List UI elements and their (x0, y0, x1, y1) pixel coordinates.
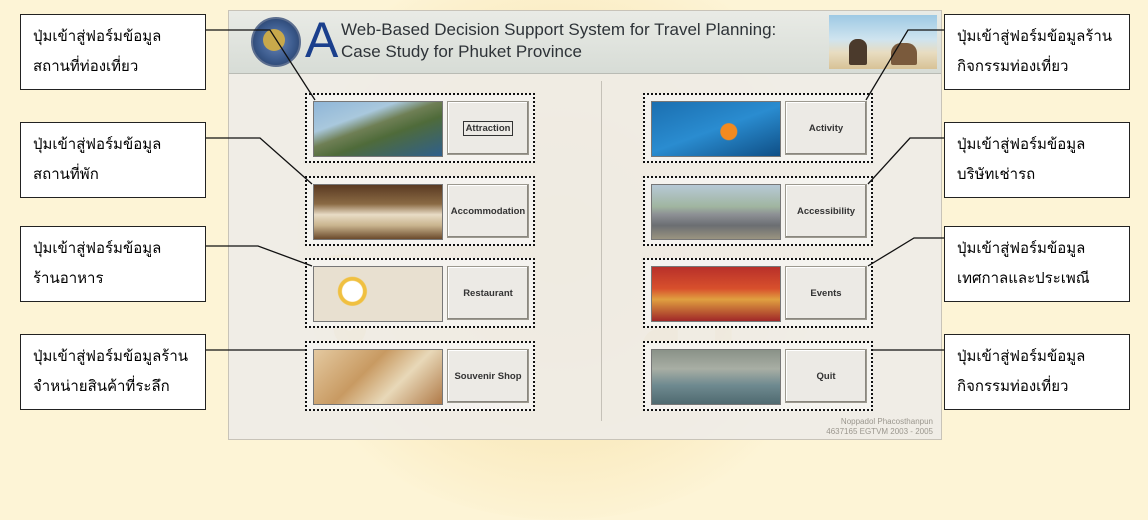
festival-photo-icon (651, 266, 781, 322)
callout-line: ปุ่มเข้าสู่ฟอร์มข้อมูลร้าน (33, 347, 189, 365)
coast-photo-icon (313, 101, 443, 157)
events-button[interactable]: Events (785, 266, 867, 320)
app-title-line2: Case Study for Phuket Province (341, 42, 582, 61)
callout-line: กิจกรรมท่องเที่ยว (957, 57, 1069, 75)
callout-line: ปุ่มเข้าสู่ฟอร์มข้อมูล (33, 135, 162, 153)
callout-line: ปุ่มเข้าสู่ฟอร์มข้อมูล (957, 135, 1086, 153)
callout-accessibility: ปุ่มเข้าสู่ฟอร์มข้อมูล บริษัทเช่ารถ (944, 122, 1130, 198)
callout-line: ร้านอาหาร (33, 269, 104, 287)
column-divider (601, 81, 602, 421)
menu-tile-souvenir-shop: Souvenir Shop (305, 341, 535, 411)
callout-restaurant: ปุ่มเข้าสู่ฟอร์มข้อมูล ร้านอาหาร (20, 226, 206, 302)
menu-tile-quit: Quit (643, 341, 873, 411)
callout-events: ปุ่มเข้าสู่ฟอร์มข้อมูล เทศกาลและประเพณี (944, 226, 1130, 302)
app-banner: A Web-Based Decision Support System for … (229, 11, 941, 74)
van-photo-icon (651, 184, 781, 240)
menu-tile-accessibility: Accessibility (643, 176, 873, 246)
diving-photo-icon (651, 101, 781, 157)
attraction-button[interactable]: Attraction (447, 101, 529, 155)
menu-tile-attraction: Attraction (305, 93, 535, 163)
callout-line: สถานที่พัก (33, 165, 99, 183)
callout-line: สถานที่ท่องเที่ยว (33, 57, 139, 75)
callout-line: ปุ่มเข้าสู่ฟอร์มข้อมูล (957, 239, 1086, 257)
menu-tile-activity: Activity (643, 93, 873, 163)
cave-boat-photo-icon (651, 349, 781, 405)
souvenir-shop-button[interactable]: Souvenir Shop (447, 349, 529, 403)
callout-line: เทศกาลและประเพณี (957, 269, 1090, 287)
callout-line: ปุ่มเข้าสู่ฟอร์มข้อมูล (957, 347, 1086, 365)
restaurant-button[interactable]: Restaurant (447, 266, 529, 320)
activity-button[interactable]: Activity (785, 101, 867, 155)
menu-tile-accommodation: Accommodation (305, 176, 535, 246)
beach-people-photo (829, 15, 937, 69)
callout-accommodation: ปุ่มเข้าสู่ฟอร์มข้อมูล สถานที่พัก (20, 122, 206, 198)
callout-line: ปุ่มเข้าสู่ฟอร์มข้อมูล (33, 27, 162, 45)
callout-line: ปุ่มเข้าสู่ฟอร์มข้อมูล (33, 239, 162, 257)
food-photo-icon (313, 266, 443, 322)
callout-souvenir-shop: ปุ่มเข้าสู่ฟอร์มข้อมูลร้าน จำหน่ายสินค้า… (20, 334, 206, 410)
title-logo-letter: A (305, 12, 339, 68)
author-id: 4637165 EGTVM 2003 - 2005 (826, 427, 933, 436)
university-logo-icon (251, 17, 301, 67)
callout-line: ปุ่มเข้าสู่ฟอร์มข้อมูลร้าน (957, 27, 1113, 45)
menu-tile-restaurant: Restaurant (305, 258, 535, 328)
callout-line: กิจกรรมท่องเที่ยว (957, 377, 1069, 395)
author-signature: Noppadol Phacosthanpun 4637165 EGTVM 200… (826, 417, 933, 437)
callout-quit: ปุ่มเข้าสู่ฟอร์มข้อมูล กิจกรรมท่องเที่ยว (944, 334, 1130, 410)
accommodation-button[interactable]: Accommodation (447, 184, 529, 238)
app-title-line1: Web-Based Decision Support System for Tr… (341, 20, 777, 39)
callout-activity: ปุ่มเข้าสู่ฟอร์มข้อมูลร้าน กิจกรรมท่องเท… (944, 14, 1130, 90)
author-name: Noppadol Phacosthanpun (840, 417, 933, 426)
callout-attraction: ปุ่มเข้าสู่ฟอร์มข้อมูล สถานที่ท่องเที่ยว (20, 14, 206, 90)
callout-line: จำหน่ายสินค้าที่ระลึก (33, 377, 170, 395)
callout-line: บริษัทเช่ารถ (957, 165, 1036, 183)
accessibility-button[interactable]: Accessibility (785, 184, 867, 238)
hotel-room-photo-icon (313, 184, 443, 240)
menu-tile-events: Events (643, 258, 873, 328)
quit-button[interactable]: Quit (785, 349, 867, 403)
souvenir-photo-icon (313, 349, 443, 405)
